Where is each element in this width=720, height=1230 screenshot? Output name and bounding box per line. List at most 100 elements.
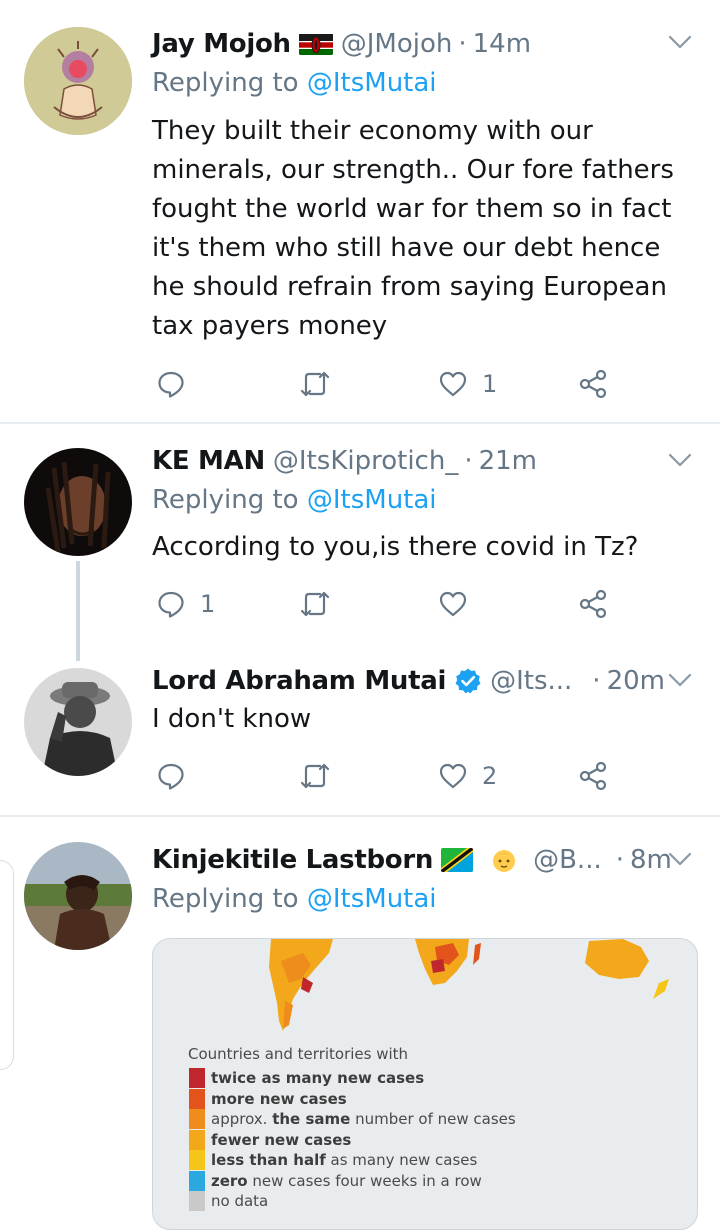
chevron-down-icon[interactable] (668, 34, 692, 50)
author-handle[interactable]: @JMojoh (341, 29, 453, 59)
separator-dot: · (464, 446, 473, 476)
legend-label-bold: less than half (211, 1151, 326, 1169)
author-handle[interactable]: @B... (533, 845, 602, 875)
tweet-header: Jay Mojoh @JMojoh · 14m (152, 24, 700, 64)
legend-label-rest: new cases four weeks in a row (247, 1171, 482, 1190)
tweet-3[interactable]: Lord Abraham Mutai @Its... · 20m I don't… (0, 650, 720, 816)
like-button[interactable]: 2 (438, 758, 497, 794)
avatar[interactable] (24, 668, 132, 776)
replying-to: Replying to @ItsMutai (152, 884, 437, 914)
retweet-icon (300, 371, 330, 397)
share-button[interactable] (578, 366, 608, 402)
replying-prefix: Replying to (152, 68, 307, 98)
retweet-button[interactable] (298, 586, 346, 622)
legend-label: more new cases (211, 1089, 347, 1109)
legend-label-rest: as many new cases (325, 1151, 478, 1169)
tanzania-flag-icon (441, 848, 474, 872)
tweet-2[interactable]: KE MAN @ItsKiprotich_ · 21m Replying to … (0, 424, 720, 650)
legend-label: approx. the same number of new cases (211, 1109, 516, 1129)
author-handle[interactable]: @Its... (490, 666, 572, 696)
timestamp[interactable]: 8m (630, 845, 672, 875)
kenya-flag-icon (298, 33, 333, 55)
legend-label: zero new cases four weeks in a row (211, 1171, 482, 1191)
chevron-down-icon[interactable] (668, 672, 692, 688)
legend-swatch (189, 1109, 205, 1129)
author-name[interactable]: Jay Mojoh (152, 29, 291, 59)
reply-button[interactable]: 1 (156, 586, 215, 622)
timestamp[interactable]: 14m (473, 29, 531, 59)
legend-label-bold: more new cases (211, 1089, 347, 1108)
share-button[interactable] (578, 758, 608, 794)
legend-label: twice as many new cases (211, 1068, 424, 1088)
retweet-button[interactable] (298, 758, 346, 794)
chevron-down-icon[interactable] (668, 851, 692, 867)
avatar[interactable] (24, 842, 132, 950)
legend-swatch (189, 1088, 205, 1109)
author-handle[interactable]: @ItsKiprotich_ (273, 446, 458, 476)
replying-to-handle[interactable]: @ItsMutai (307, 485, 437, 515)
legend-label: less than half as many new cases (211, 1150, 477, 1170)
reply-icon (158, 591, 184, 618)
author-name[interactable]: Lord Abraham Mutai (152, 666, 446, 696)
timestamp[interactable]: 20m (607, 666, 665, 696)
legend-label: fewer new cases (211, 1130, 351, 1150)
baby-emoji-icon (493, 850, 516, 872)
tweet-media-image[interactable]: Countries and territories with twice as … (152, 938, 698, 1230)
legend-label-rest: no data (211, 1192, 269, 1210)
tweet-header: KE MAN @ItsKiprotich_ · 21m (152, 441, 700, 481)
reply-button[interactable] (156, 366, 200, 402)
like-button[interactable]: 1 (438, 366, 497, 402)
tweet-text: They built their economy with our minera… (152, 116, 674, 341)
separator-dot: · (592, 666, 601, 696)
chevron-down-icon[interactable] (668, 452, 692, 468)
share-button[interactable] (578, 586, 608, 622)
tweet-header: Lord Abraham Mutai @Its... · 20m (152, 661, 700, 701)
retweet-icon (300, 763, 330, 789)
legend-label-bold: zero (211, 1171, 248, 1190)
legend-label-bold: fewer new cases (211, 1130, 352, 1149)
tweet-text: According to you,is there covid in Tz? (152, 532, 639, 562)
tweet-1[interactable]: Jay Mojoh @JMojoh · 14m Replying to @Its… (0, 0, 720, 424)
reply-icon (158, 371, 184, 398)
avatar-image (24, 668, 132, 776)
author-name[interactable]: Kinjekitile Lastborn (152, 845, 433, 875)
reply-button[interactable] (156, 758, 200, 794)
legend-swatch (189, 1068, 205, 1088)
heart-icon (439, 763, 467, 789)
legend-swatch (189, 1150, 205, 1170)
timestamp[interactable]: 21m (479, 446, 537, 476)
legend-title: Countries and territories with (188, 1045, 409, 1063)
legend-label: no data (211, 1191, 268, 1211)
avatar-image (24, 842, 132, 950)
legend-swatch (189, 1129, 205, 1150)
retweet-icon (300, 591, 330, 617)
separator-dot: · (458, 29, 467, 59)
tweet-actions: 2 (152, 758, 622, 794)
thread-connector (76, 561, 80, 661)
replying-to-handle[interactable]: @ItsMutai (307, 884, 437, 914)
heart-icon (439, 371, 467, 397)
replying-to-handle[interactable]: @ItsMutai (307, 68, 437, 98)
avatar[interactable] (24, 448, 132, 556)
replying-to: Replying to @ItsMutai (152, 68, 437, 98)
reply-count: 1 (200, 590, 216, 618)
author-name[interactable]: KE MAN (152, 446, 265, 476)
share-icon (579, 761, 607, 791)
replying-prefix: Replying to (152, 485, 307, 515)
reply-icon (158, 763, 184, 790)
legend-label-bold: the same (272, 1110, 351, 1128)
tweet-actions: 1 (152, 366, 622, 402)
legend-swatch (189, 1191, 205, 1211)
replying-to: Replying to @ItsMutai (152, 485, 437, 515)
tweet-header: Kinjekitile Lastborn @B... · 8m (152, 840, 700, 880)
legend-swatch (189, 1170, 205, 1191)
tweet-text: I don't know (152, 704, 312, 734)
share-icon (579, 589, 607, 619)
avatar[interactable] (24, 27, 132, 135)
avatar-image (24, 448, 132, 556)
like-count: 1 (482, 370, 498, 398)
like-button[interactable] (438, 586, 482, 622)
retweet-button[interactable] (298, 366, 346, 402)
verified-badge-icon (455, 668, 481, 694)
share-icon (579, 369, 607, 399)
